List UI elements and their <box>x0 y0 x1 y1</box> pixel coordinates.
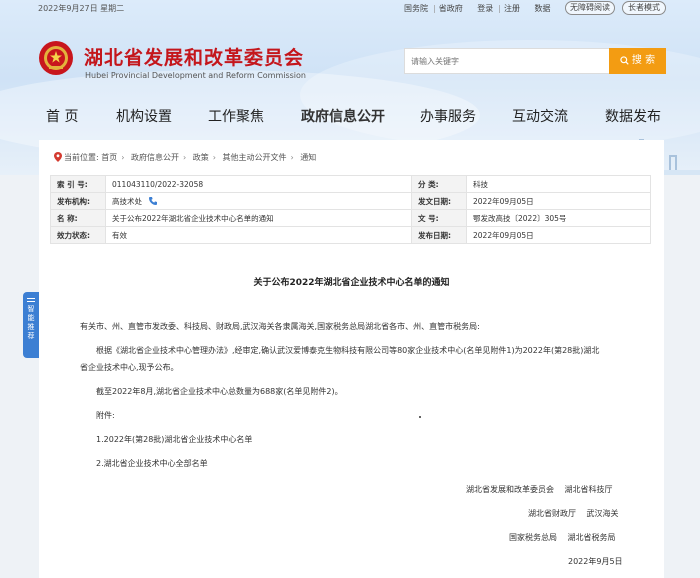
stray-dot <box>419 416 421 418</box>
nav-organization[interactable]: 机构设置 <box>116 106 172 126</box>
side-tab-char: 荐 <box>27 332 35 340</box>
issuer-label: 发布机构: <box>50 192 106 210</box>
breadcrumb-home[interactable]: 首页 <box>101 153 117 162</box>
smart-recommend-tab[interactable]: 智 能 推 荐 <box>23 292 39 358</box>
nav-work-focus[interactable]: 工作聚焦 <box>208 106 264 126</box>
doc-paragraph-1-cont: 省企业技术中心,现予公布。 <box>80 363 179 372</box>
accessible-reading-button[interactable]: 无障碍阅读 <box>565 1 615 15</box>
main-nav: 首 页 机构设置 工作聚焦 政府信息公开 办事服务 互动交流 数据发布 <box>0 106 700 132</box>
current-date: 2022年9月27日 星期二 <box>38 4 125 13</box>
nav-home[interactable]: 首 页 <box>46 106 78 126</box>
document-title: 关于公布2022年湖北省企业技术中心名单的通知 <box>253 278 450 288</box>
register-link[interactable]: 注册 <box>504 4 520 13</box>
site-subtitle: Hubei Provincial Development and Reform … <box>85 71 306 80</box>
signatory-line-2: 湖北省财政厅 武汉海关 <box>528 509 619 518</box>
side-tab-char: 智 <box>27 305 35 313</box>
attachment-2-link[interactable]: 2.湖北省企业技术中心全部名单 <box>96 458 208 469</box>
nav-interaction[interactable]: 互动交流 <box>512 106 568 126</box>
index-value: 011043110/2022-32058 <box>105 175 412 193</box>
doc-paragraph-1: 根据《湖北省企业技术中心管理办法》,经审定,确认武汉爱博泰克生物科技有限公司等8… <box>96 346 600 355</box>
top-links: 国务院 | 省政府 登录 | 注册 数据 <box>404 4 551 13</box>
pub-date-label: 发布日期: <box>411 226 467 244</box>
status-label: 效力状态: <box>50 226 106 244</box>
document-meta-table: 索 引 号: 011043110/2022-32058 分 类: 科技 发布机构… <box>50 175 651 244</box>
phone-icon[interactable] <box>148 196 158 206</box>
search-input[interactable] <box>411 53 601 69</box>
attachments-label: 附件: <box>96 411 115 420</box>
name-value: 关于公布2022年湖北省企业技术中心名单的通知 <box>105 209 412 227</box>
pub-date-value: 2022年09月05日 <box>466 226 651 244</box>
data-link[interactable]: 数据 <box>535 4 551 13</box>
issue-date-label: 发文日期: <box>411 192 467 210</box>
nav-gov-info[interactable]: 政府信息公开 <box>301 106 385 126</box>
link-state-council[interactable]: 国务院 <box>404 4 428 13</box>
search-button[interactable]: 搜 索 <box>609 48 666 74</box>
breadcrumb-other-files[interactable]: 其他主动公开文件 <box>223 153 287 162</box>
breadcrumb-gov-info[interactable]: 政府信息公开 <box>131 153 179 162</box>
doc-paragraph-2: 截至2022年8月,湖北省企业技术中心总数量为688家(名单见附件2)。 <box>96 387 343 396</box>
location-pin-icon <box>54 152 62 162</box>
breadcrumb: 当前位置: 首页 › 政府信息公开 › 政策 › 其他主动公开文件 › 通知 <box>54 152 316 163</box>
content-card: 当前位置: 首页 › 政府信息公开 › 政策 › 其他主动公开文件 › 通知 索 引 号… <box>39 140 664 578</box>
category-label: 分 类: <box>411 175 467 193</box>
search-box: 搜 索 <box>404 48 666 74</box>
issuer-value: 高技术处 <box>112 196 142 206</box>
signing-date: 2022年9月5日 <box>568 557 623 566</box>
elder-mode-button[interactable]: 长者模式 <box>622 1 666 15</box>
attachment-1-link[interactable]: 1.2022年(第28批)湖北省企业技术中心名单 <box>96 434 252 445</box>
status-value: 有效 <box>105 226 412 244</box>
side-tab-char: 能 <box>27 314 35 322</box>
signatory-line-3: 国家税务总局 湖北省税务局 <box>509 533 616 542</box>
link-provincial-gov[interactable]: 省政府 <box>439 4 463 13</box>
signatory-line-1: 湖北省发展和改革委员会 湖北省科技厅 <box>466 485 613 494</box>
index-label: 索 引 号: <box>50 175 106 193</box>
nav-data-release[interactable]: 数据发布 <box>605 106 661 126</box>
category-value: 科技 <box>466 175 651 193</box>
name-label: 名 称: <box>50 209 106 227</box>
national-emblem-logo[interactable] <box>38 40 74 76</box>
breadcrumb-policy[interactable]: 政策 <box>193 153 209 162</box>
top-bar: 2022年9月27日 星期二 国务院 | 省政府 登录 | 注册 数据 无障碍阅读 长者… <box>0 0 700 18</box>
issuer-cell: 高技术处 <box>105 192 412 210</box>
search-icon <box>620 56 629 65</box>
nav-services[interactable]: 办事服务 <box>420 106 476 126</box>
doc-greeting: 有关市、州、直管市发改委、科技局、财政局,武汉海关各隶属海关,国家税务总局湖北省… <box>80 322 480 331</box>
doc-number-value: 鄂发改高技〔2022〕305号 <box>466 209 651 227</box>
site-title: 湖北省发展和改革委员会 <box>84 47 305 69</box>
search-button-label: 搜 索 <box>631 55 656 66</box>
breadcrumb-notice[interactable]: 通知 <box>300 153 316 162</box>
breadcrumb-label: 当前位置: <box>64 153 99 162</box>
side-tab-char: 推 <box>27 323 35 331</box>
menu-icon <box>27 298 35 302</box>
login-link[interactable]: 登录 <box>477 4 493 13</box>
issue-date-value: 2022年09月05日 <box>466 192 651 210</box>
doc-number-label: 文 号: <box>411 209 467 227</box>
